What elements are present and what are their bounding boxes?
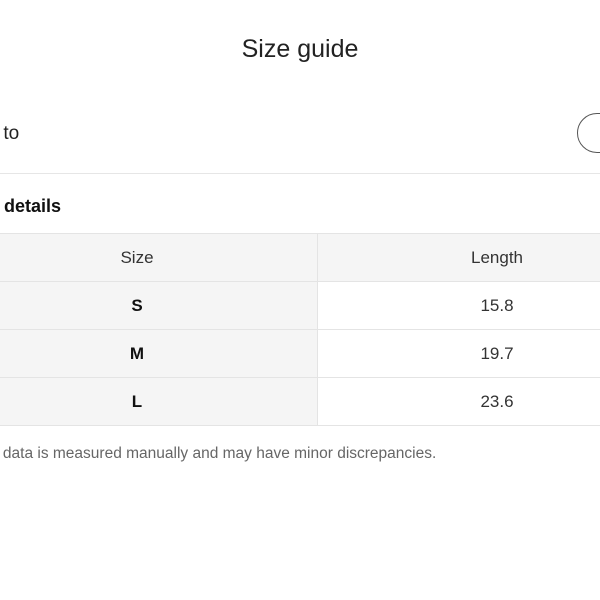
column-header-length: Length [317,233,600,282]
unit-switch-row: ch to [0,113,600,173]
size-table: Size Length S 15.8 M 19.7 L 23.6 [0,233,600,426]
dialog-title: Size guide [241,35,359,63]
table-header-row: Size Length [0,233,600,282]
table-row: M 19.7 [0,329,600,378]
length-cell: 15.8 [317,281,600,330]
table-row: L 23.6 [0,377,600,426]
measurement-note: e data is measured manually and may have… [0,445,437,462]
size-cell: M [0,329,318,378]
size-guide-dialog: Size guide ch to uct details Size Length… [0,0,600,600]
size-cell: S [0,281,318,330]
length-cell: 23.6 [317,377,600,426]
column-header-size: Size [0,233,318,282]
table-row: S 15.8 [0,281,600,330]
product-details-heading: uct details [0,196,62,216]
divider [0,173,600,174]
unit-switch-label: ch to [0,123,20,144]
length-cell: 19.7 [317,329,600,378]
size-cell: L [0,377,318,426]
unit-toggle-switch[interactable] [577,113,600,153]
